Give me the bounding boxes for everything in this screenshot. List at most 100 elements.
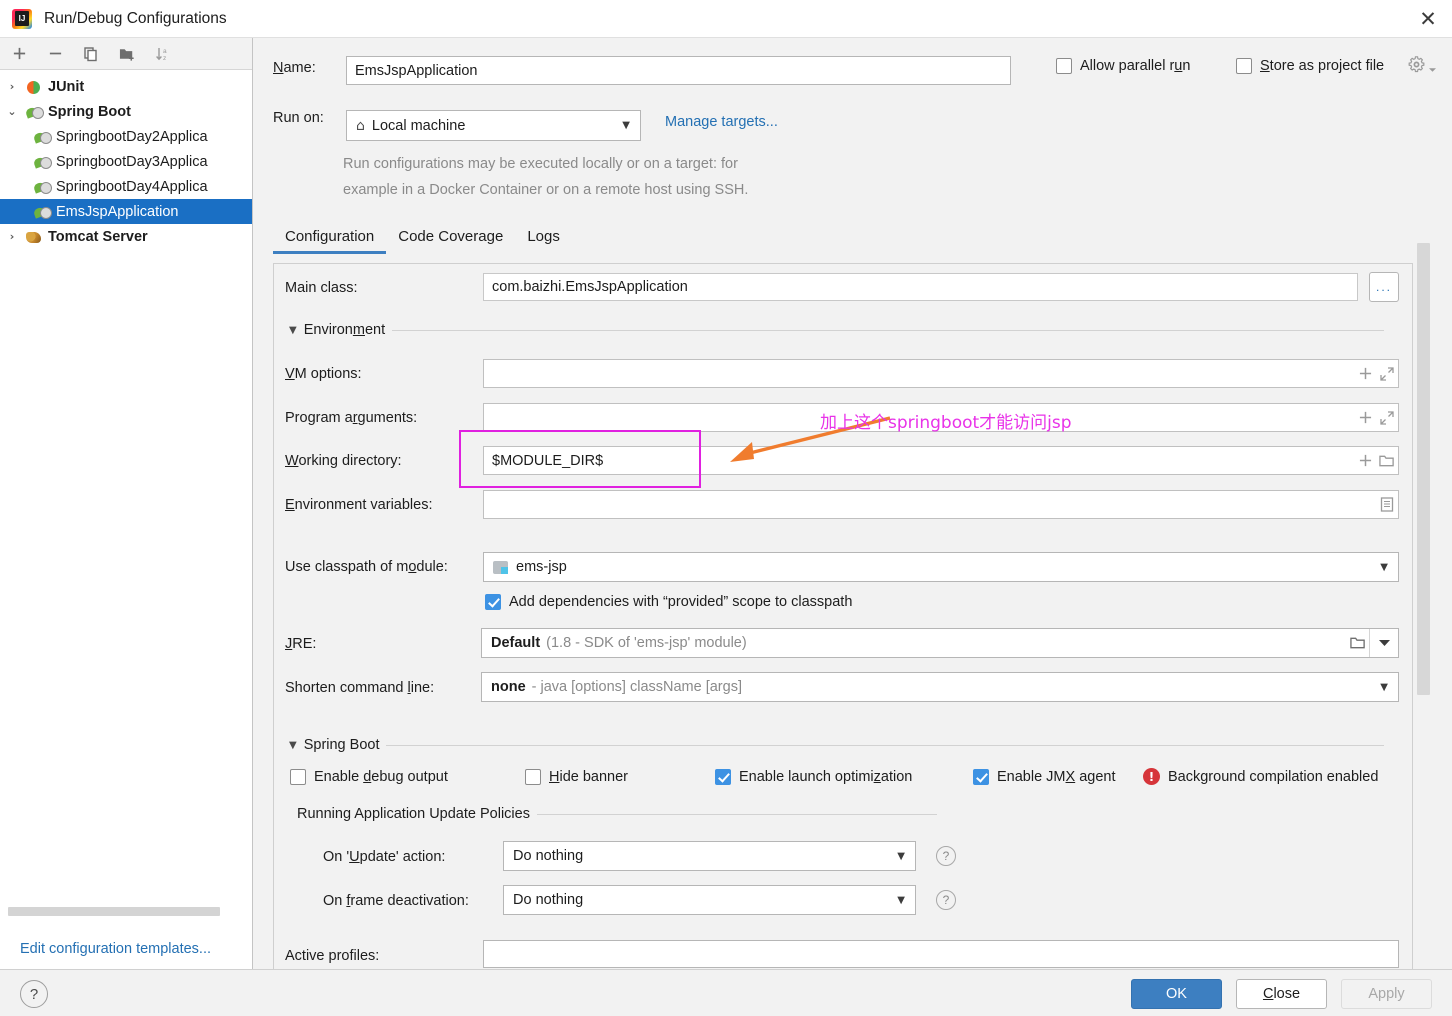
on-frame-deactivation-help-icon[interactable]: ? <box>936 890 956 910</box>
chevron-down-icon[interactable]: ▼ <box>897 851 905 862</box>
enable-debug-output-checkbox[interactable]: Enable debug output <box>290 769 448 785</box>
enable-jmx-agent-checkbox[interactable]: Enable JMX agent <box>973 769 1116 785</box>
title-bar: Run/Debug Configurations ✕ <box>0 0 1452 38</box>
add-dependencies-checkbox[interactable]: Add dependencies with “provided” scope t… <box>485 594 852 610</box>
on-frame-deactivation-select[interactable]: Do nothing ▼ <box>503 885 916 915</box>
checkbox-box[interactable] <box>1056 58 1072 74</box>
spring-boot-icon <box>32 153 54 171</box>
main-class-input[interactable]: com.baizhi.EmsJspApplication <box>483 273 1358 301</box>
chevron-down-icon[interactable]: ⌄ <box>0 105 24 118</box>
add-icon[interactable] <box>1354 450 1376 472</box>
jre-hint: (1.8 - SDK of 'ems-jsp' module) <box>546 635 747 651</box>
expand-icon[interactable] <box>1376 407 1398 429</box>
manage-targets-link[interactable]: Manage targets... <box>665 114 778 130</box>
chevron-down-icon[interactable]: ▼ <box>289 325 297 336</box>
tree-item-label: EmsJspApplication <box>56 203 179 220</box>
apply-button: Apply <box>1341 979 1432 1009</box>
checkbox-box[interactable] <box>973 769 989 785</box>
environment-section-label: Environment <box>303 322 386 338</box>
tree-item-junit[interactable]: › JUnit <box>0 74 252 99</box>
allow-parallel-run-checkbox[interactable]: Allow parallel run <box>1056 58 1190 74</box>
tree-item-label: Spring Boot <box>48 103 131 120</box>
shorten-command-line-hint: - java [options] className [args] <box>531 679 742 695</box>
close-icon[interactable]: ✕ <box>1404 0 1452 38</box>
help-icon[interactable]: ? <box>20 980 48 1008</box>
intellij-idea-icon <box>12 8 32 29</box>
update-policies-section-header: Running Application Update Policies <box>297 806 937 822</box>
add-icon[interactable] <box>1354 363 1376 385</box>
annotation-text: 加上这个springboot才能访问jsp <box>820 413 1072 433</box>
environment-section-header[interactable]: ▼ Environment <box>289 322 1384 338</box>
tree-item-label: SpringbootDay2Applica <box>56 128 208 145</box>
jre-field[interactable]: Default (1.8 - SDK of 'ems-jsp' module) <box>481 628 1399 658</box>
on-update-action-help-icon[interactable]: ? <box>936 846 956 866</box>
spring-boot-icon <box>32 178 54 196</box>
tree-item-tomcat-server[interactable]: › Tomcat Server <box>0 224 252 249</box>
chevron-right-icon[interactable]: › <box>0 80 24 93</box>
section-divider <box>536 813 937 815</box>
use-classpath-label: Use classpath of module: <box>285 559 448 575</box>
remove-configuration-button[interactable] <box>45 44 65 64</box>
tree-item-emsjspapplication[interactable]: EmsJspApplication <box>0 199 252 224</box>
use-classpath-select[interactable]: ems-jsp ▼ <box>483 552 1399 582</box>
chevron-down-icon[interactable] <box>1369 629 1398 657</box>
tab-configuration[interactable]: Configuration <box>273 228 387 254</box>
checkbox-box[interactable] <box>485 594 501 610</box>
tree-item-springbootday2application[interactable]: SpringbootDay2Applica <box>0 124 252 149</box>
chevron-down-icon[interactable]: ▼ <box>622 120 630 131</box>
tree-item-label: SpringbootDay4Applica <box>56 178 208 195</box>
active-profiles-input[interactable] <box>483 940 1399 968</box>
editor-tabs: Configuration Code Coverage Logs <box>273 228 572 254</box>
section-divider <box>392 329 1384 331</box>
checkbox-box[interactable] <box>290 769 306 785</box>
sidebar-horizontal-scrollbar[interactable] <box>8 907 220 916</box>
vm-options-label: VM options: <box>285 366 362 382</box>
enable-launch-optimization-checkbox[interactable]: Enable launch optimization <box>715 769 912 785</box>
name-row: Name: <box>273 60 316 76</box>
environment-variables-field[interactable] <box>483 490 1399 519</box>
tree-item-springbootday3application[interactable]: SpringbootDay3Applica <box>0 149 252 174</box>
name-input[interactable]: EmsJspApplication <box>346 56 1011 85</box>
vm-options-field[interactable] <box>483 359 1399 388</box>
add-icon[interactable] <box>1354 407 1376 429</box>
add-configuration-button[interactable] <box>9 44 29 64</box>
edit-configuration-templates-link[interactable]: Edit configuration templates... <box>0 941 253 957</box>
tree-item-spring-boot[interactable]: ⌄ Spring Boot <box>0 99 252 124</box>
new-folder-button[interactable] <box>117 44 137 64</box>
working-directory-input[interactable]: $MODULE_DIR$ <box>484 453 1354 469</box>
folder-icon[interactable] <box>1347 632 1369 654</box>
list-icon[interactable] <box>1376 494 1398 516</box>
chevron-down-icon[interactable]: ▼ <box>289 740 297 751</box>
chevron-down-icon[interactable]: ▼ <box>1380 562 1388 573</box>
spring-boot-icon <box>32 203 54 221</box>
enable-debug-output-label: Enable debug output <box>314 769 448 785</box>
tree-item-springbootday4application[interactable]: SpringbootDay4Applica <box>0 174 252 199</box>
main-class-browse-button[interactable]: ... <box>1369 272 1399 302</box>
copy-configuration-button[interactable] <box>81 44 101 64</box>
run-on-select[interactable]: ⌂ Local machine ▼ <box>346 110 641 141</box>
on-update-action-select[interactable]: Do nothing ▼ <box>503 841 916 871</box>
chevron-down-icon[interactable]: ▼ <box>897 895 905 906</box>
tab-code-coverage[interactable]: Code Coverage <box>386 228 515 254</box>
sort-configurations-button[interactable]: a z <box>153 44 173 64</box>
close-button[interactable]: Close <box>1236 979 1327 1009</box>
spring-boot-section-header[interactable]: ▼ Spring Boot <box>289 737 1384 753</box>
configuration-vertical-scrollbar[interactable] <box>1417 243 1430 695</box>
chevron-down-icon[interactable]: ▼ <box>1380 682 1388 693</box>
run-debug-configurations-dialog: Run/Debug Configurations ✕ <box>0 0 1452 1016</box>
ok-button[interactable]: OK <box>1131 979 1222 1009</box>
allow-parallel-run-label: Allow parallel run <box>1080 58 1191 74</box>
hide-banner-label: Hide banner <box>549 769 629 785</box>
gear-icon[interactable] <box>1408 56 1437 77</box>
checkbox-box[interactable] <box>715 769 731 785</box>
chevron-right-icon[interactable]: › <box>0 230 24 243</box>
store-as-project-file-checkbox[interactable]: Store as project file <box>1236 58 1384 74</box>
working-directory-field[interactable]: $MODULE_DIR$ <box>483 446 1399 475</box>
shorten-command-line-select[interactable]: none - java [options] className [args] ▼ <box>481 672 1399 702</box>
hide-banner-checkbox[interactable]: Hide banner <box>525 769 628 785</box>
folder-icon[interactable] <box>1376 450 1398 472</box>
checkbox-box[interactable] <box>1236 58 1252 74</box>
expand-icon[interactable] <box>1376 363 1398 385</box>
tab-logs[interactable]: Logs <box>515 228 572 254</box>
checkbox-box[interactable] <box>525 769 541 785</box>
